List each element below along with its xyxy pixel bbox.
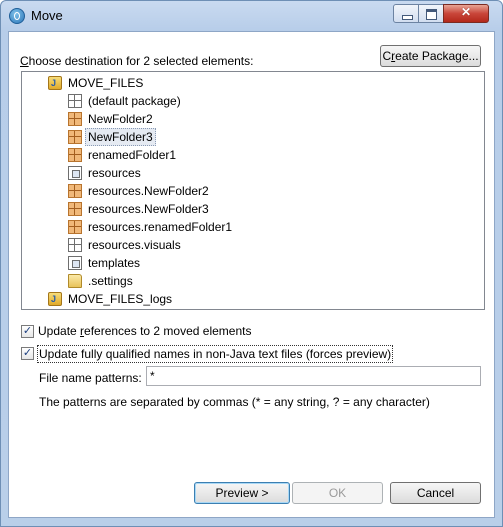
create-package-button[interactable]: Create Package... [380,45,481,67]
tree-item-label: resources.renamedFolder1 [88,220,233,234]
cancel-button[interactable]: Cancel [390,482,481,504]
tree-item-label: NewFolder3 [85,128,156,146]
tree-item-label: renamedFolder1 [88,148,177,162]
tree-item-label: (default package) [88,94,181,108]
tree-item-label: MOVE_FILES [68,76,144,90]
file-name-patterns-input[interactable]: * [146,366,481,386]
destination-tree[interactable]: MOVE_FILES (default package) NewFolder2 New… [21,71,485,310]
update-qualified-names-label: Update fully qualified names in non-Java… [37,345,394,363]
update-references-label: Update references to 2 moved elements [38,324,252,338]
folder-icon [68,274,82,288]
maximize-button[interactable] [418,4,444,23]
tree-item-label: resources.visuals [88,238,181,252]
package-orange-icon [68,220,82,234]
ok-button[interactable]: OK [292,482,383,504]
preview-button[interactable]: Preview > [194,482,290,504]
package-orange-icon [68,202,82,216]
window-title: Move [31,8,63,23]
create-package-label: Create Package... [382,49,479,63]
package-icon [68,238,82,252]
resource-package-icon [68,166,82,180]
dialog-body: Choose destination for 2 selected elemen… [8,31,495,518]
destination-label-text: hoose destination for 2 selected element… [28,54,254,68]
tree-item-label: templates [88,256,141,270]
close-button[interactable] [443,4,489,23]
tree-item-label: resources.NewFolder3 [88,202,209,216]
title-bar[interactable]: Move [1,1,502,31]
tree-item-label: resources.NewFolder2 [88,184,209,198]
package-orange-icon [68,184,82,198]
package-orange-icon [68,112,82,126]
move-dialog-window: Move Choose destination for 2 selected e… [0,0,503,527]
package-orange-icon [68,148,82,162]
package-icon [68,94,82,108]
package-orange-icon [68,130,82,144]
checkbox-checked-icon[interactable]: ✓ [21,347,34,360]
resource-package-icon [68,256,82,270]
destination-label: Choose destination for 2 selected elemen… [20,54,254,68]
patterns-hint: The patterns are separated by commas (* … [39,395,430,409]
java-project-icon [48,290,62,308]
tree-item-label: .settings [88,274,133,288]
tree-item-label: MOVE_FILES_logs [68,292,173,306]
tree-item-label: NewFolder2 [88,112,153,126]
checkbox-checked-icon[interactable]: ✓ [21,325,34,338]
app-icon [9,8,25,24]
minimize-button[interactable] [393,4,419,23]
java-project-icon [48,74,62,92]
file-name-patterns-label: File name patterns: [39,371,142,385]
tree-item-label: resources [88,166,141,180]
